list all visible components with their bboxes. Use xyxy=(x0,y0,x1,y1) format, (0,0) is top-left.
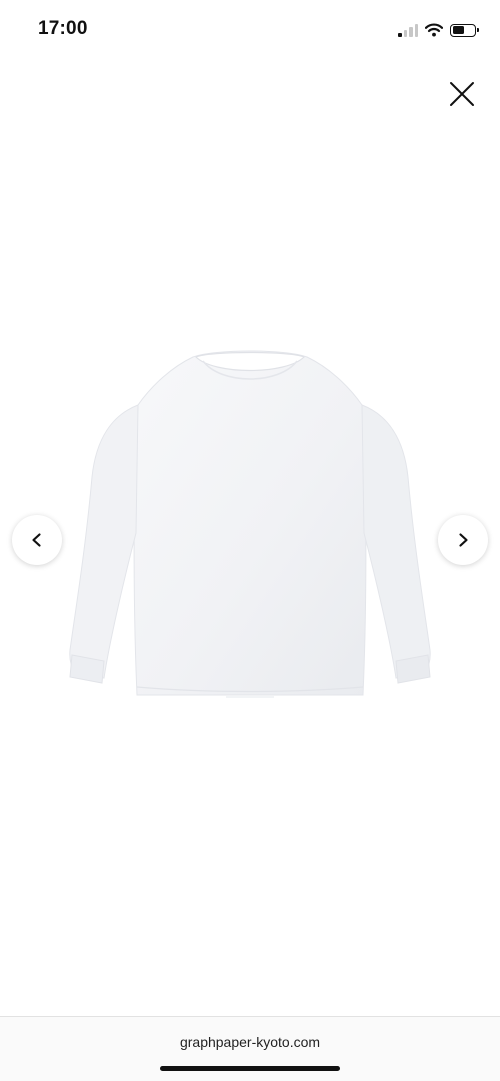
browser-url-bar[interactable]: graphpaper-kyoto.com xyxy=(0,1016,500,1081)
wifi-icon xyxy=(425,23,443,37)
previous-image-button[interactable] xyxy=(12,515,62,565)
status-bar: 17:00 xyxy=(0,0,500,60)
next-image-button[interactable] xyxy=(438,515,488,565)
status-icons xyxy=(398,20,479,40)
image-viewer xyxy=(0,120,500,1000)
home-indicator[interactable] xyxy=(160,1066,340,1071)
close-icon xyxy=(450,82,474,106)
cellular-signal-icon xyxy=(398,23,418,37)
close-button[interactable] xyxy=(448,80,476,108)
product-image xyxy=(69,350,431,698)
battery-level xyxy=(452,26,464,34)
url-text[interactable]: graphpaper-kyoto.com xyxy=(0,1034,500,1050)
chevron-right-icon xyxy=(459,533,468,547)
status-time: 17:00 xyxy=(38,18,88,39)
battery-icon xyxy=(450,23,479,37)
chevron-left-icon xyxy=(32,533,41,547)
